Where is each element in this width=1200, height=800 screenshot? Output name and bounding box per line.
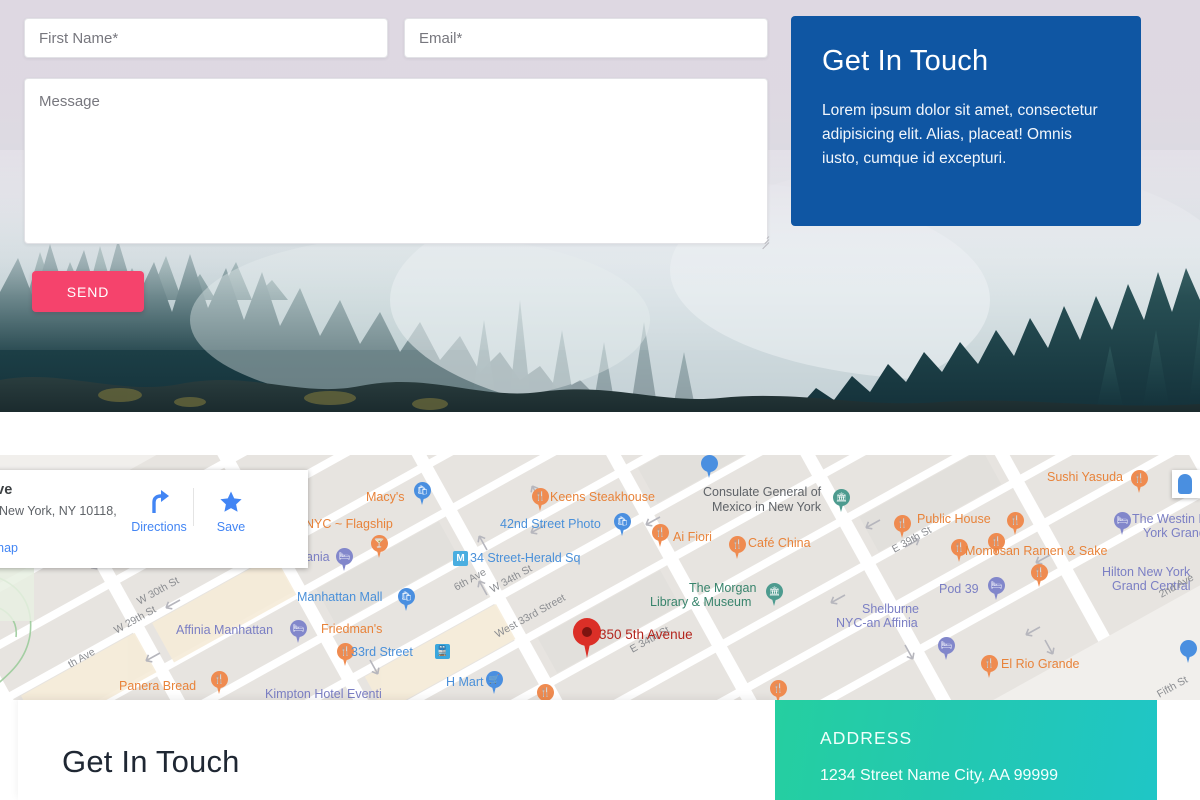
- map-subway-icon-34-street[interactable]: M: [453, 551, 468, 566]
- map-pin-ai-fiori[interactable]: 🍴: [652, 524, 669, 547]
- message-textarea[interactable]: [24, 78, 768, 244]
- map-pin-affinia-manhattan[interactable]: 🛏: [290, 620, 307, 643]
- hero-section: SEND Get In Touch Lorem ipsum dolor sit …: [0, 0, 1200, 412]
- street-view-pegman-icon[interactable]: [1172, 470, 1200, 498]
- map-label: The Morgan: [689, 581, 757, 595]
- map-pin-restaurant-d[interactable]: 🍴: [770, 680, 787, 700]
- map-label: Mexico in New York: [712, 500, 822, 514]
- map-label: Shelburne: [862, 602, 919, 616]
- map-pin-public-house[interactable]: 🍴: [1007, 512, 1024, 535]
- bottom-heading: Get In Touch: [62, 744, 240, 779]
- map-pin-manhattan-mall[interactable]: 🛍: [398, 588, 415, 611]
- map-pin-sushi-yasuda[interactable]: 🍴: [1131, 470, 1148, 493]
- map-label: Café China: [748, 536, 811, 550]
- map-pin-pod-39[interactable]: 🛏: [988, 577, 1005, 600]
- email-input[interactable]: [404, 18, 768, 58]
- map-label: 33rd Street: [351, 645, 413, 659]
- map-pin-westin[interactable]: 🛏: [1114, 512, 1131, 535]
- get-in-touch-card-title: Get In Touch: [822, 45, 989, 77]
- map-label: Sushi Yasuda: [1047, 470, 1123, 484]
- map-label: ania: [306, 550, 330, 564]
- save-button[interactable]: Save: [196, 490, 266, 534]
- bottom-white-panel: Get In Touch: [18, 700, 775, 800]
- address-card: ADDRESS 1234 Street Name City, AA 99999: [775, 700, 1157, 800]
- directions-label: Directions: [131, 520, 187, 534]
- map-info-card: 5th Ave h Ave, New York, NY 10118, arger…: [0, 470, 308, 568]
- directions-arrow-icon: [124, 490, 194, 516]
- map-label: Pod 39: [939, 582, 979, 596]
- map-pin-42nd-street-photo[interactable]: 🛍: [614, 513, 631, 536]
- address-card-title: ADDRESS: [820, 728, 913, 748]
- contact-form: SEND: [0, 0, 790, 330]
- first-name-input[interactable]: [24, 18, 388, 58]
- map-pin-restaurant-e[interactable]: 🍴: [537, 684, 554, 700]
- get-in-touch-card-body: Lorem ipsum dolor sit amet, consectetur …: [822, 101, 1098, 167]
- map-pin-keens-steakhouse[interactable]: 🍴: [532, 488, 549, 511]
- map-pin-consulate[interactable]: 🏛: [833, 489, 850, 512]
- map-label: Ai Fiori: [673, 530, 712, 544]
- map-pin-el-rio-grande[interactable]: 🍴: [981, 655, 998, 678]
- map-label: The Westin New: [1132, 512, 1200, 526]
- save-label: Save: [216, 520, 246, 534]
- map-pin-h-mart[interactable]: 🛒: [486, 671, 503, 694]
- map-label: Manhattan Mall: [297, 590, 383, 604]
- map-pin-edge-a[interactable]: [1180, 640, 1197, 663]
- map-pin-morgan-library[interactable]: 🏛: [766, 583, 783, 606]
- map-marker-label: 350 5th Avenue: [599, 627, 693, 642]
- map-marker-350-5th-avenue[interactable]: [573, 618, 601, 658]
- map-label: Library & Museum: [650, 595, 752, 609]
- map-pin-lord-taylor[interactable]: [701, 455, 718, 478]
- directions-button[interactable]: Directions: [124, 490, 194, 534]
- map-label: Keens Steakhouse: [550, 490, 655, 504]
- map-pin-restaurant-b[interactable]: 🍴: [1031, 564, 1048, 587]
- map-label: Consulate General of: [703, 485, 822, 499]
- get-in-touch-card: Get In Touch Lorem ipsum dolor sit amet,…: [791, 16, 1141, 226]
- section-divider: [0, 412, 1200, 455]
- map-label: 42nd Street Photo: [500, 517, 601, 531]
- address-card-value: 1234 Street Name City, AA 99999: [820, 767, 1059, 784]
- map-pin-shelburne[interactable]: 🛏: [938, 637, 955, 660]
- map-label: Panera Bread: [119, 679, 197, 693]
- map-pin-flagship[interactable]: 🍸: [371, 535, 388, 558]
- map-label: El Rio Grande: [1001, 657, 1080, 671]
- map-label: Affinia Manhattan: [176, 623, 274, 637]
- map-label: H Mart: [446, 675, 484, 689]
- map-pin-cafe-china[interactable]: 🍴: [729, 536, 746, 559]
- send-button[interactable]: SEND: [32, 271, 144, 312]
- map-label: Friedman's: [321, 622, 383, 636]
- map-label: Hilton New York: [1102, 565, 1191, 579]
- map-label: NYC-an Affinia: [836, 616, 918, 630]
- map-pin-panera-bread[interactable]: 🍴: [211, 671, 228, 694]
- map-label: York Grand: [1143, 526, 1200, 540]
- map-pin-pennsylvania-hotel[interactable]: 🛏: [336, 548, 353, 571]
- map-label: Macy's: [366, 490, 405, 504]
- map-label: NYC ~ Flagship: [305, 517, 393, 531]
- map-rail-icon-33rd-street[interactable]: 🚆: [435, 644, 450, 659]
- map-pin-macys[interactable]: 🛍: [414, 482, 431, 505]
- star-icon: [196, 490, 266, 516]
- view-larger-map-link[interactable]: arger map: [0, 541, 18, 555]
- map-label: Momosan Ramen & Sake: [965, 544, 1108, 558]
